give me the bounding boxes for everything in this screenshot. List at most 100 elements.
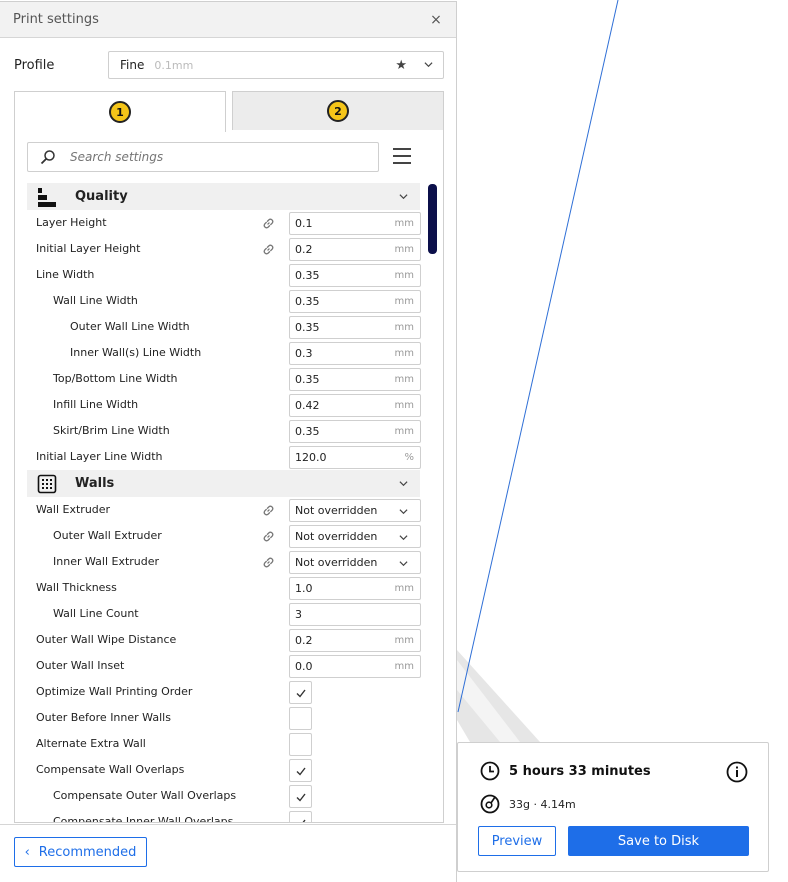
field-value: 0.0 — [295, 660, 313, 673]
setting-label: Outer Wall Inset — [36, 659, 125, 672]
outer-wall-line-width-field[interactable]: 0.35 mm — [289, 316, 421, 339]
field-value: Not overridden — [295, 504, 378, 517]
field-value: 3 — [295, 608, 302, 621]
wall-extruder-select[interactable]: Not overridden — [289, 499, 421, 522]
setting-wall-line-width: Wall Line Width 0.35 mm — [27, 288, 421, 314]
field-unit: mm — [394, 244, 414, 255]
inner-wall-extruder-select[interactable]: Not overridden — [289, 551, 421, 574]
settings-menu-icon[interactable] — [393, 148, 411, 164]
field-value: 0.2 — [295, 634, 313, 647]
field-value: 0.3 — [295, 347, 313, 360]
checkmark-icon — [301, 819, 306, 822]
tab-extruder-2[interactable]: 2 — [232, 91, 444, 131]
setting-label: Outer Before Inner Walls — [36, 711, 171, 724]
setting-label: Outer Wall Extruder — [53, 529, 162, 542]
outer-wall-extruder-select[interactable]: Not overridden — [289, 525, 421, 548]
profile-layer-hint: 0.1mm — [154, 58, 194, 72]
alternate-extra-wall-checkbox[interactable] — [289, 733, 312, 756]
field-value: 0.42 — [295, 399, 320, 412]
setting-outer-wall-extruder: Outer Wall Extruder Not overridden — [27, 523, 421, 549]
skirt-brim-line-width-field[interactable]: 0.35 mm — [289, 420, 421, 443]
field-value: 0.35 — [295, 373, 320, 386]
setting-top-bottom-line-width: Top/Bottom Line Width 0.35 mm — [27, 366, 421, 392]
setting-label: Inner Wall Extruder — [53, 555, 160, 568]
setting-inner-wall-extruder: Inner Wall Extruder Not overridden — [27, 549, 421, 575]
setting-outer-wall-line-width: Outer Wall Line Width 0.35 mm — [27, 314, 421, 340]
field-unit: mm — [394, 348, 414, 359]
compensate-outer-wall-overlaps-checkbox[interactable] — [289, 785, 312, 808]
inner-wall-line-width-field[interactable]: 0.3 mm — [289, 342, 421, 365]
tab-extruder-1[interactable]: 1 — [14, 91, 226, 132]
link-icon[interactable] — [261, 555, 276, 570]
compensate-wall-overlaps-checkbox[interactable] — [289, 759, 312, 782]
setting-label: Alternate Extra Wall — [36, 737, 146, 750]
setting-wall-line-count: Wall Line Count 3 — [27, 601, 421, 627]
category-walls[interactable]: Walls — [27, 470, 420, 497]
field-unit: mm — [394, 426, 414, 437]
checkmark-icon — [296, 767, 306, 776]
chevron-down-icon — [399, 535, 408, 541]
save-to-disk-button[interactable]: Save to Disk — [568, 826, 749, 856]
wall-line-count-field[interactable]: 3 — [289, 603, 421, 626]
chevron-left-icon: ‹ — [24, 844, 30, 860]
chevron-down-icon — [424, 62, 433, 68]
line-width-field[interactable]: 0.35 mm — [289, 264, 421, 287]
link-icon[interactable] — [261, 216, 276, 231]
compensate-inner-wall-overlaps-checkbox[interactable] — [289, 811, 312, 822]
preview-button[interactable]: Preview — [478, 826, 556, 856]
infill-line-width-field[interactable]: 0.42 mm — [289, 394, 421, 417]
wall-line-width-field[interactable]: 0.35 mm — [289, 290, 421, 313]
chevron-down-icon — [399, 561, 408, 567]
setting-skirt-brim-line-width: Skirt/Brim Line Width 0.35 mm — [27, 418, 421, 444]
outer-wall-inset-field[interactable]: 0.0 mm — [289, 655, 421, 678]
layer-height-field[interactable]: 0.1 mm — [289, 212, 421, 235]
field-unit: mm — [394, 661, 414, 672]
setting-label: Infill Line Width — [53, 398, 139, 411]
search-box[interactable] — [27, 142, 379, 172]
field-unit: mm — [394, 635, 414, 646]
setting-label: Top/Bottom Line Width — [53, 372, 178, 385]
setting-label: Outer Wall Wipe Distance — [36, 633, 177, 646]
setting-initial-layer-line-width: Initial Layer Line Width 120.0% — [27, 444, 421, 470]
setting-outer-wall-wipe-distance: Outer Wall Wipe Distance 0.2 mm — [27, 627, 421, 653]
profile-row: Profile Fine 0.1mm ★ — [14, 51, 444, 79]
optimize-wall-order-checkbox[interactable] — [289, 681, 312, 704]
extruder-tabs: 1 2 — [14, 91, 444, 132]
field-unit: mm — [394, 322, 414, 333]
outer-before-inner-checkbox[interactable] — [289, 707, 312, 730]
recommended-button[interactable]: ‹ Recommended — [14, 837, 147, 867]
setting-line-width: Line Width 0.35 mm — [27, 262, 421, 288]
extruder-2-icon: 2 — [327, 100, 349, 122]
profile-select[interactable]: Fine 0.1mm ★ — [108, 51, 444, 79]
panel-footer: ‹ Recommended — [0, 824, 456, 882]
outer-wall-wipe-distance-field[interactable]: 0.2 mm — [289, 629, 421, 652]
info-icon[interactable] — [726, 761, 748, 783]
category-quality[interactable]: Quality — [27, 183, 420, 210]
close-button[interactable]: × — [428, 12, 444, 28]
link-icon[interactable] — [261, 529, 276, 544]
spool-icon — [480, 794, 500, 814]
link-icon[interactable] — [261, 503, 276, 518]
field-value: Not overridden — [295, 556, 378, 569]
wall-thickness-field[interactable]: 1.0 mm — [289, 577, 421, 600]
search-input[interactable] — [70, 150, 370, 164]
link-icon[interactable] — [261, 242, 276, 257]
setting-label: Outer Wall Line Width — [70, 320, 190, 333]
setting-label: Line Width — [36, 268, 95, 281]
top-bottom-line-width-field[interactable]: 0.35 mm — [289, 368, 421, 391]
recommended-label: Recommended — [38, 844, 137, 860]
checkmark-icon — [296, 793, 306, 802]
field-value: 0.35 — [295, 425, 320, 438]
star-icon[interactable]: ★ — [395, 58, 407, 73]
setting-label: Compensate Wall Overlaps — [36, 763, 185, 776]
initial-layer-height-field[interactable]: 0.2 mm — [289, 238, 421, 261]
setting-label: Inner Wall(s) Line Width — [70, 346, 202, 359]
setting-layer-height: Layer Height 0.1 mm — [27, 210, 421, 236]
field-value: 0.2 — [295, 243, 313, 256]
checkmark-icon — [296, 689, 306, 698]
scrollbar[interactable] — [428, 184, 437, 254]
initial-layer-line-width-field[interactable]: 120.0% — [289, 446, 421, 469]
profile-label: Profile — [14, 57, 55, 73]
setting-inner-wall-line-width: Inner Wall(s) Line Width 0.3 mm — [27, 340, 421, 366]
chevron-down-icon — [399, 481, 408, 487]
